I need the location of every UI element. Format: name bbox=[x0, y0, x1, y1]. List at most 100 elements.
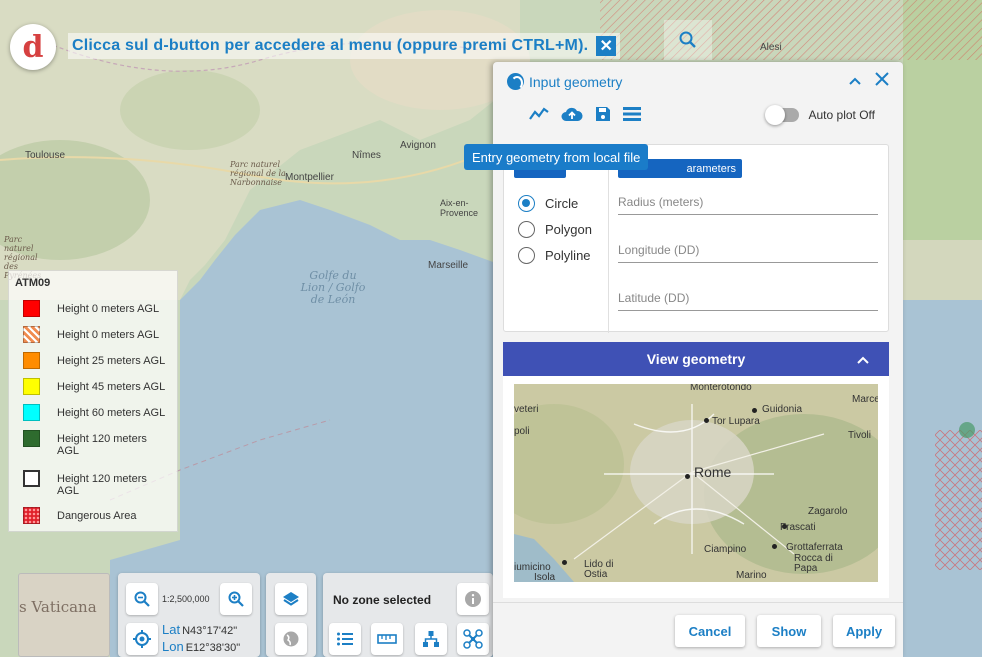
network-icon bbox=[423, 631, 439, 647]
legend-item: Height 45 meters AGL bbox=[23, 378, 179, 395]
apply-button[interactable]: Apply bbox=[833, 615, 895, 647]
upload-geometry-button[interactable] bbox=[561, 106, 583, 127]
preview-label-ciampino: Ciampino bbox=[704, 544, 747, 555]
zone-info-button[interactable] bbox=[457, 583, 489, 615]
menu-hint-banner: Clicca sul d-button per accedere al menu… bbox=[68, 33, 621, 59]
preview-label-poli: poli bbox=[514, 426, 530, 437]
radio-button-checked[interactable] bbox=[518, 195, 535, 212]
map-label-marseille: Marseille bbox=[428, 260, 469, 271]
legend-label: Height 120 meters AGL bbox=[57, 473, 147, 497]
globe-icon bbox=[283, 631, 299, 647]
d-logo-icon: d bbox=[22, 29, 44, 65]
radius-field[interactable] bbox=[618, 193, 878, 215]
save-icon bbox=[596, 107, 610, 121]
legend-label: Height 45 meters AGL bbox=[57, 381, 166, 393]
radio-polyline[interactable]: Polyline bbox=[518, 247, 591, 264]
ruler-icon bbox=[377, 634, 397, 644]
scale-text: 1:2,500,000 bbox=[162, 594, 210, 604]
radio-label: Circle bbox=[545, 196, 579, 211]
legend-item: Height 25 meters AGL bbox=[23, 352, 179, 369]
longitude-field[interactable] bbox=[618, 241, 878, 263]
layers-icon bbox=[283, 592, 299, 606]
map-dot bbox=[562, 560, 567, 565]
save-geometry-button[interactable] bbox=[595, 106, 611, 127]
globe-button[interactable] bbox=[275, 623, 307, 655]
latitude-field[interactable] bbox=[618, 289, 878, 311]
globe-icon bbox=[507, 73, 524, 90]
search-button[interactable] bbox=[664, 20, 712, 60]
geometry-list-button[interactable] bbox=[623, 106, 641, 127]
legend-title: ATM09 bbox=[15, 277, 51, 289]
view-geometry-header[interactable]: View geometry bbox=[503, 342, 889, 376]
zoom-out-button[interactable] bbox=[126, 583, 158, 615]
measure-button[interactable] bbox=[371, 623, 403, 655]
panel-title: Input geometry bbox=[507, 73, 622, 90]
toggle-switch[interactable] bbox=[764, 105, 799, 125]
preview-label-rocca: Rocca di Papa bbox=[794, 553, 833, 574]
legend-item: Height 120 meters AGL bbox=[23, 470, 179, 497]
lon-label: Lon bbox=[162, 639, 184, 654]
drone-icon bbox=[463, 629, 483, 649]
collapse-panel-button[interactable] bbox=[849, 70, 861, 91]
preview-label-grottaferrata: Grottaferrata bbox=[786, 542, 843, 553]
longitude-input[interactable] bbox=[618, 243, 878, 257]
auto-plot-toggle[interactable]: Auto plot Off bbox=[764, 105, 875, 125]
preview-label-monterotondo: Monterotondo bbox=[690, 384, 752, 393]
zoom-control-box: 1:2,500,000 Lat N43°17'42" Lon E12°38'30" bbox=[118, 573, 260, 657]
legend-swatch-outline bbox=[23, 470, 40, 487]
show-button[interactable]: Show bbox=[757, 615, 821, 647]
network-button[interactable] bbox=[415, 623, 447, 655]
draw-line-button[interactable] bbox=[529, 106, 549, 127]
list-button[interactable] bbox=[329, 623, 361, 655]
radio-circle[interactable]: Circle bbox=[518, 195, 578, 212]
panel-footer: Cancel Show Apply bbox=[493, 602, 903, 657]
zoom-in-button[interactable] bbox=[220, 583, 252, 615]
upload-tooltip: Entry geometry from local file bbox=[464, 144, 649, 170]
legend-label: Height 25 meters AGL bbox=[57, 355, 166, 367]
minimap-label: s Vaticana bbox=[19, 598, 97, 616]
close-panel-button[interactable] bbox=[875, 70, 889, 91]
crosshair-icon bbox=[133, 630, 151, 648]
preview-label-zagarolo: Zagarolo bbox=[808, 506, 848, 517]
radio-button[interactable] bbox=[518, 221, 535, 238]
panel-title-text: Input geometry bbox=[529, 73, 623, 90]
legend-label: Height 120 meters AGL bbox=[57, 433, 147, 457]
preview-label-torlupara: Tor Lupara bbox=[712, 416, 760, 427]
map-label-aix: Aix-en-Provence bbox=[440, 198, 479, 218]
legend-item: Height 0 meters AGL bbox=[23, 300, 179, 317]
search-icon bbox=[679, 31, 696, 48]
lat-value: N43°17'42" bbox=[182, 625, 238, 637]
longitude-readout: Lon E12°38'30" bbox=[162, 639, 240, 654]
hint-close-button[interactable]: ✕ bbox=[596, 36, 617, 56]
cancel-button[interactable]: Cancel bbox=[675, 615, 745, 647]
chevron-up-icon[interactable] bbox=[857, 351, 869, 367]
radio-button[interactable] bbox=[518, 247, 535, 264]
geometry-toolbar bbox=[529, 106, 641, 127]
d-button[interactable]: d bbox=[10, 24, 56, 70]
drone-button[interactable] bbox=[457, 623, 489, 655]
preview-label-guidonia: Guidonia bbox=[762, 404, 803, 415]
panel-controls bbox=[849, 70, 889, 91]
view-geometry-body: Monterotondo Marce veteri Guidonia Tor L… bbox=[503, 376, 889, 598]
radius-input[interactable] bbox=[618, 195, 878, 209]
lat-label: Lat bbox=[162, 622, 181, 637]
latitude-input[interactable] bbox=[618, 291, 878, 305]
rome-preview-map[interactable]: Monterotondo Marce veteri Guidonia Tor L… bbox=[514, 384, 878, 582]
map-label-toulouse: Toulouse bbox=[25, 150, 66, 161]
zone-status: No zone selected bbox=[333, 593, 432, 607]
legend-panel: ATM09 Height 0 meters AGL Height 0 meter… bbox=[8, 270, 178, 532]
preview-label-tivoli: Tivoli bbox=[848, 430, 871, 441]
chevron-up-icon bbox=[849, 77, 861, 85]
view-geometry-title: View geometry bbox=[646, 351, 746, 367]
locate-button[interactable] bbox=[126, 623, 158, 655]
layers-button[interactable] bbox=[275, 583, 307, 615]
radio-label: Polygon bbox=[545, 222, 592, 237]
map-dot bbox=[704, 418, 709, 423]
legend-label: Dangerous Area bbox=[57, 510, 137, 522]
radio-polygon[interactable]: Polygon bbox=[518, 221, 592, 238]
preview-label-isola: Isola bbox=[534, 572, 556, 582]
minimap[interactable]: s Vaticana bbox=[18, 573, 110, 657]
preview-label-veteri: veteri bbox=[514, 404, 539, 415]
legend-item: Dangerous Area bbox=[23, 507, 179, 524]
map-dot bbox=[752, 408, 757, 413]
